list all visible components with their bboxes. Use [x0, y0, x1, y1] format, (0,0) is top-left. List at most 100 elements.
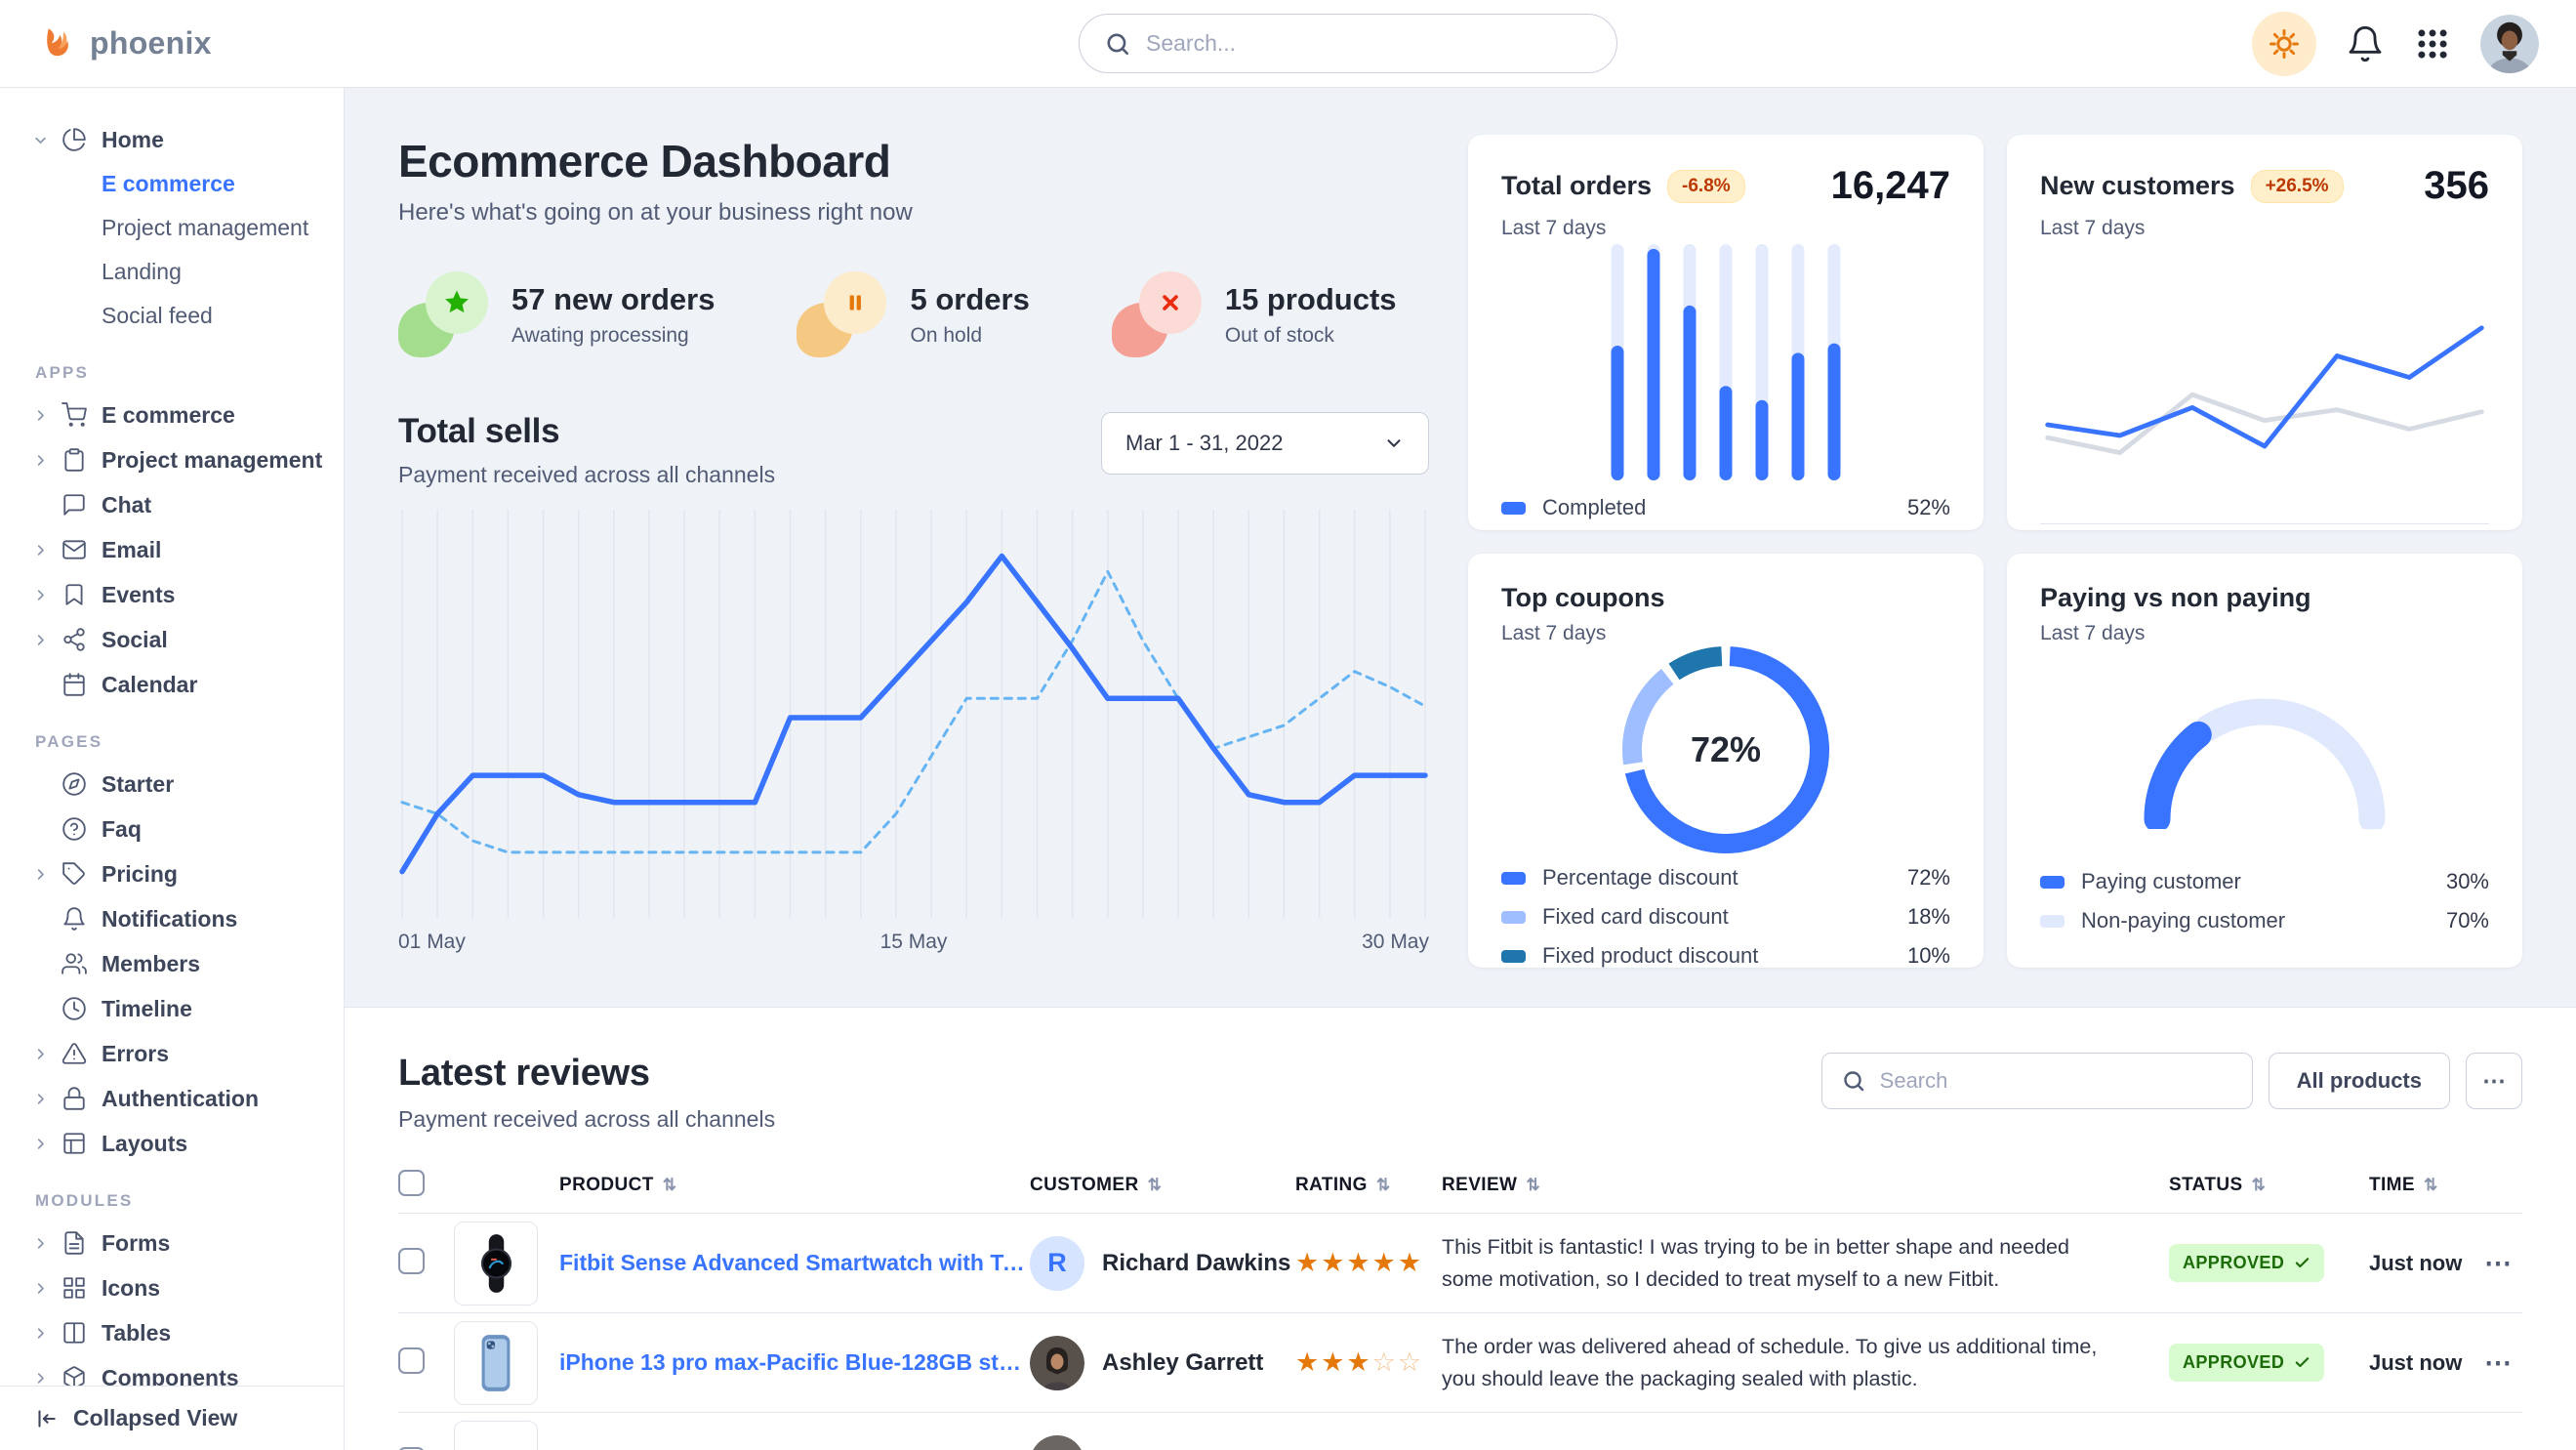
sidebar-item-email[interactable]: Email	[33, 527, 326, 572]
logo[interactable]: phoenix	[37, 23, 212, 64]
sidebar-item-notifications[interactable]: Notifications	[33, 896, 326, 941]
legend-value: 10%	[1907, 943, 1950, 968]
total-orders-card: Total orders -6.8% 16,247 Last 7 days Co…	[1468, 135, 1983, 530]
select-all-checkbox[interactable]	[398, 1170, 425, 1196]
notifications-button[interactable]	[2346, 24, 2385, 63]
date-range-select[interactable]: Mar 1 - 31, 2022	[1101, 412, 1429, 475]
row-checkbox[interactable]	[398, 1347, 425, 1374]
card-period: Last 7 days	[2040, 217, 2489, 240]
sidebar-item-errors[interactable]: Errors	[33, 1031, 326, 1076]
card-title: New customers	[2040, 171, 2235, 201]
sidebar-subitem-project-management[interactable]: Project management	[33, 206, 326, 250]
sidebar-subitem-landing[interactable]: Landing	[33, 250, 326, 294]
total-orders-legend: Completed 52% Pending payment 48%	[1501, 488, 1950, 530]
reviews-search[interactable]	[1821, 1053, 2253, 1109]
sidebar-item-starter[interactable]: Starter	[33, 762, 326, 807]
row-checkbox[interactable]	[398, 1248, 425, 1274]
product-link[interactable]: Fitbit Sense Advanced Smartwatch with To…	[559, 1250, 1030, 1276]
date-range-value: Mar 1 - 31, 2022	[1125, 431, 1283, 456]
card-period: Last 7 days	[1501, 217, 1950, 240]
sidebar-item-label: Members	[102, 951, 200, 977]
legend-value: 18%	[1907, 904, 1950, 930]
legend-row: Percentage discount 72%	[1501, 858, 1950, 897]
stat-caption: On hold	[910, 324, 1029, 348]
sidebar-item-label: Layouts	[102, 1131, 187, 1157]
sort-icon: ⇅	[2424, 1176, 2438, 1195]
sidebar-item-members[interactable]: Members	[33, 941, 326, 986]
sidebar-item-timeline[interactable]: Timeline	[33, 986, 326, 1031]
card-value: 356	[2424, 164, 2489, 208]
sidebar-item-authentication[interactable]: Authentication	[33, 1076, 326, 1121]
reviews-more-button[interactable]: ⋯	[2466, 1053, 2522, 1109]
stat-5-orders: 5 orders On hold	[797, 271, 1029, 357]
caret-right-icon	[33, 1281, 49, 1296]
legend-swatch	[1501, 872, 1526, 885]
sidebar-item-social[interactable]: Social	[33, 617, 326, 662]
sidebar-item-chat[interactable]: Chat	[33, 482, 326, 527]
sidebar-item-components[interactable]: Components	[33, 1355, 326, 1386]
column-header-time[interactable]: TIME ⇅	[2369, 1175, 2474, 1196]
column-header-customer[interactable]: CUSTOMER ⇅	[1030, 1175, 1295, 1196]
sidebar-item-label: Forms	[102, 1230, 170, 1257]
caret-right-icon	[33, 453, 49, 468]
apps-grid-button[interactable]	[2414, 25, 2451, 62]
sidebar-item-forms[interactable]: Forms	[33, 1221, 326, 1265]
stat-57-new-orders: 57 new orders Awating processing	[398, 271, 715, 357]
sidebar-subitem-e-commerce[interactable]: E commerce	[33, 162, 326, 206]
legend-swatch	[2040, 915, 2065, 928]
legend-swatch	[1501, 911, 1526, 924]
grid-dots-icon	[2414, 25, 2451, 62]
row-checkbox[interactable]	[398, 1447, 425, 1450]
stat-caption: Awating processing	[511, 324, 715, 348]
collapsed-view-toggle[interactable]: Collapsed View	[0, 1386, 344, 1450]
product-link[interactable]: iPhone 13 pro max-Pacific Blue-128GB sto…	[559, 1349, 1030, 1376]
sidebar-item-label: Tables	[102, 1320, 171, 1346]
sidebar-item-calendar[interactable]: Calendar	[33, 662, 326, 707]
sidebar-item-e-commerce[interactable]: E commerce	[33, 393, 326, 437]
all-products-button[interactable]: All products	[2269, 1053, 2450, 1109]
legend-swatch	[1501, 502, 1526, 515]
x-label-start: 01 May	[398, 931, 466, 954]
main-content: Ecommerce Dashboard Here's what's going …	[345, 88, 2576, 1450]
column-header-review[interactable]: REVIEW ⇅	[1442, 1175, 2169, 1196]
product-image	[454, 1421, 538, 1450]
legend-value: 30%	[2446, 869, 2489, 894]
sidebar-item-label: Project management	[102, 447, 322, 474]
column-header-status[interactable]: STATUS ⇅	[2169, 1175, 2369, 1196]
sort-icon: ⇅	[2252, 1176, 2267, 1195]
sidebar-item-home[interactable]: Home	[33, 117, 326, 162]
x-label-mid: 15 May	[880, 931, 948, 954]
compass-icon	[61, 770, 89, 798]
header-actions	[2252, 12, 2539, 76]
legend-row: Fixed product discount 10%	[1501, 936, 1950, 968]
column-header-rating[interactable]: RATING ⇅	[1295, 1175, 1442, 1196]
table-header-row: PRODUCT ⇅ CUSTOMER ⇅ RATING ⇅ REVIEW ⇅ S…	[398, 1158, 2522, 1213]
sidebar-item-faq[interactable]: Faq	[33, 807, 326, 851]
review-text: This Fitbit is fantastic! I was trying t…	[1442, 1231, 2169, 1295]
sidebar-subitem-social-feed[interactable]: Social feed	[33, 294, 326, 338]
rating-stars: ★★★☆☆	[1295, 1347, 1442, 1378]
sort-icon: ⇅	[1526, 1176, 1540, 1195]
search-input[interactable]	[1144, 29, 1591, 58]
reviews-search-input[interactable]	[1878, 1067, 2232, 1095]
stat-15-products: 15 products Out of stock	[1112, 271, 1397, 357]
column-label: STATUS	[2169, 1175, 2243, 1196]
sidebar-section-pages: PAGES	[35, 732, 326, 752]
sidebar-item-project-management[interactable]: Project management	[33, 437, 326, 482]
row-menu-button[interactable]: ⋯	[2474, 1346, 2522, 1379]
sidebar-item-tables[interactable]: Tables	[33, 1310, 326, 1355]
legend-label: Paying customer	[2081, 869, 2241, 894]
sidebar-item-pricing[interactable]: Pricing	[33, 851, 326, 896]
row-menu-button[interactable]: ⋯	[2474, 1247, 2522, 1279]
mail-icon	[61, 536, 89, 563]
sidebar-item-layouts[interactable]: Layouts	[33, 1121, 326, 1166]
sidebar-item-icons[interactable]: Icons	[33, 1265, 326, 1310]
profile-avatar[interactable]	[2480, 15, 2539, 73]
legend-value: 72%	[1907, 865, 1950, 891]
total-sells-title: Total sells	[398, 412, 775, 451]
sidebar-item-events[interactable]: Events	[33, 572, 326, 617]
donut-center-label: 72%	[1691, 729, 1761, 770]
global-search[interactable]	[1079, 14, 1617, 73]
column-header-product[interactable]: PRODUCT ⇅	[454, 1175, 1030, 1196]
theme-toggle-button[interactable]	[2252, 12, 2316, 76]
